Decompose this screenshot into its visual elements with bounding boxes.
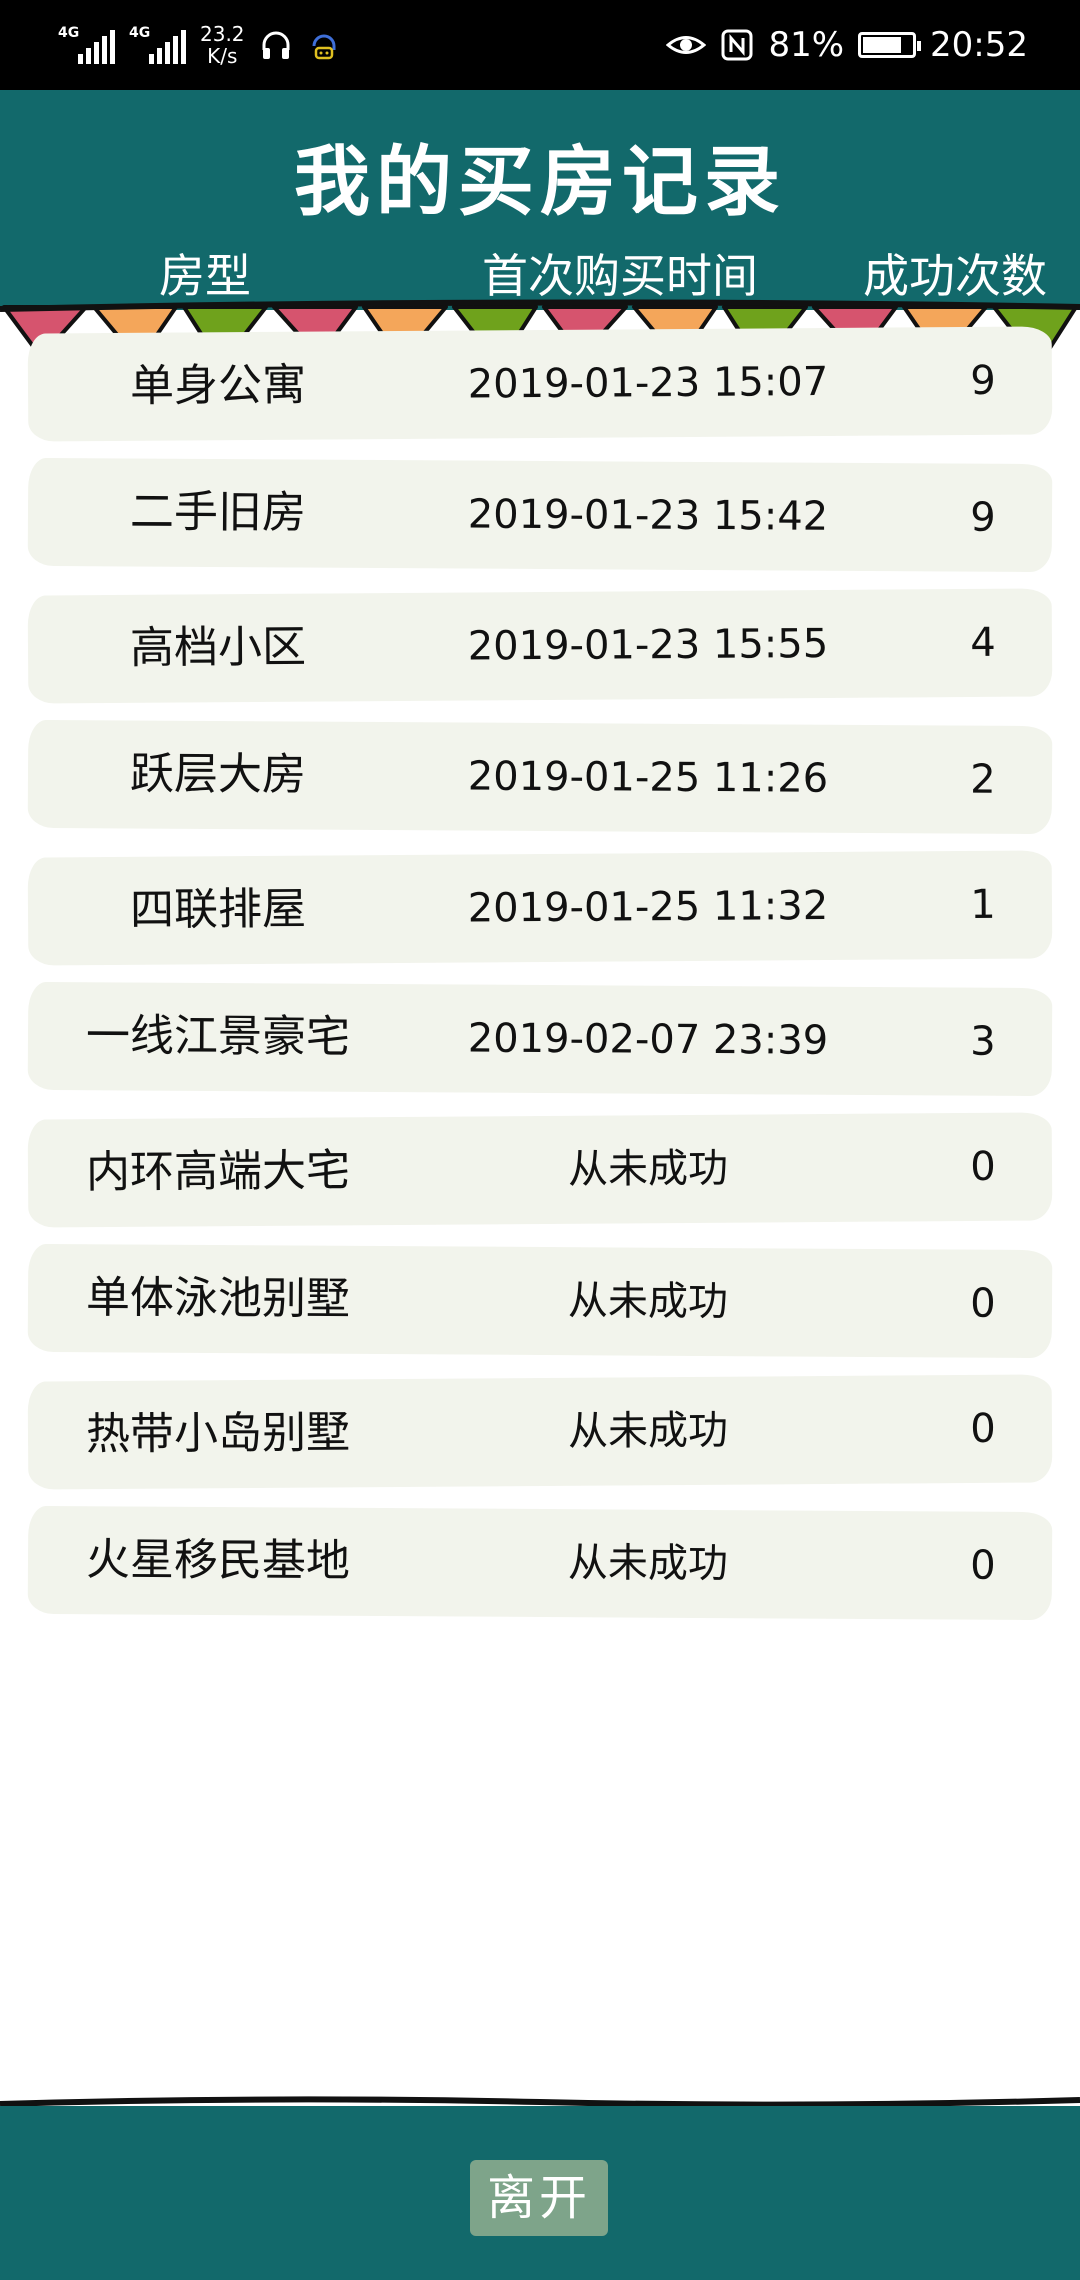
footer: 离开 <box>0 2106 1080 2280</box>
network-speed-unit: K/s <box>207 44 238 68</box>
page-title: 我的买房记录 <box>294 137 786 226</box>
record-first-purchase-time: 2019-01-25 11:26 <box>467 753 829 802</box>
record-first-purchase-time: 从未成功 <box>567 1145 729 1193</box>
record-type: 单体泳池别墅 <box>85 1272 351 1325</box>
record-success-count: 3 <box>970 1018 996 1065</box>
record-first-purchase-time: 从未成功 <box>567 1407 729 1455</box>
network-type-label: 4G <box>58 25 80 41</box>
record-type: 火星移民基地 <box>85 1534 351 1587</box>
eye-comfort-icon <box>666 36 707 54</box>
record-success-count: 2 <box>970 756 996 803</box>
record-row: 四联排屋 2019-01-25 11:32 1 <box>27 850 1053 966</box>
signal-icon-2: 4G <box>129 26 186 64</box>
record-first-purchase-time: 从未成功 <box>567 1540 729 1588</box>
record-row: 二手旧房 2019-01-23 15:42 9 <box>27 457 1053 573</box>
record-type: 热带小岛别墅 <box>85 1407 351 1461</box>
record-row: 单体泳池别墅 从未成功 0 <box>27 1243 1053 1359</box>
record-type: 内环高端大宅 <box>85 1145 351 1199</box>
nfc-icon <box>721 29 753 61</box>
signal-icon: 4G <box>58 26 115 64</box>
record-row: 跃层大房 2019-01-25 11:26 2 <box>27 719 1053 835</box>
record-success-count: 9 <box>970 357 996 404</box>
record-type: 单身公寓 <box>129 359 307 412</box>
record-first-purchase-time: 2019-01-23 15:07 <box>467 358 829 408</box>
record-type: 跃层大房 <box>129 748 307 801</box>
record-row: 单身公寓 2019-01-23 15:07 9 <box>27 326 1053 442</box>
status-right: 81% 20:52 <box>666 18 1028 72</box>
battery-percent: 81% <box>768 25 845 65</box>
header: 我的买房记录 房型 首次购买时间 成功次数 <box>0 90 1080 310</box>
battery-fill <box>863 37 902 53</box>
battery-icon <box>858 32 922 58</box>
record-first-purchase-time: 2019-02-07 23:39 <box>467 1015 829 1064</box>
record-row: 一线江景豪宅 2019-02-07 23:39 3 <box>27 981 1053 1097</box>
leave-button[interactable]: 离开 <box>470 2160 608 2236</box>
record-success-count: 0 <box>970 1405 996 1452</box>
record-first-purchase-time: 2019-01-23 15:55 <box>467 620 829 670</box>
headphones-icon <box>262 31 290 59</box>
record-type: 一线江景豪宅 <box>85 1010 351 1063</box>
record-success-count: 1 <box>970 881 996 928</box>
network-speed: 23.2 K/s <box>200 23 245 67</box>
clock: 20:52 <box>930 25 1028 65</box>
record-row: 火星移民基地 从未成功 0 <box>27 1505 1053 1621</box>
record-success-count: 0 <box>970 1542 996 1589</box>
record-type: 高档小区 <box>129 621 307 674</box>
record-first-purchase-time: 从未成功 <box>567 1278 729 1326</box>
record-row: 高档小区 2019-01-23 15:55 4 <box>27 588 1053 704</box>
record-first-purchase-time: 2019-01-23 15:42 <box>467 491 829 540</box>
record-type: 二手旧房 <box>129 486 307 539</box>
record-first-purchase-time: 2019-01-25 11:32 <box>467 882 829 932</box>
network-speed-value: 23.2 <box>200 22 245 46</box>
record-success-count: 4 <box>970 619 996 666</box>
assistant-notification-icon <box>312 34 336 60</box>
record-type: 四联排屋 <box>129 883 307 936</box>
record-success-count: 9 <box>970 494 996 541</box>
record-success-count: 0 <box>970 1280 996 1327</box>
network-type-label-2: 4G <box>129 25 151 41</box>
record-success-count: 0 <box>970 1143 996 1190</box>
record-row: 内环高端大宅 从未成功 0 <box>27 1112 1053 1228</box>
status-bar: 4G 4G 23.2 K/s 81% 20:52 <box>0 0 1080 90</box>
status-left: 4G 4G 23.2 K/s <box>58 18 341 72</box>
record-row: 热带小岛别墅 从未成功 0 <box>27 1374 1053 1490</box>
